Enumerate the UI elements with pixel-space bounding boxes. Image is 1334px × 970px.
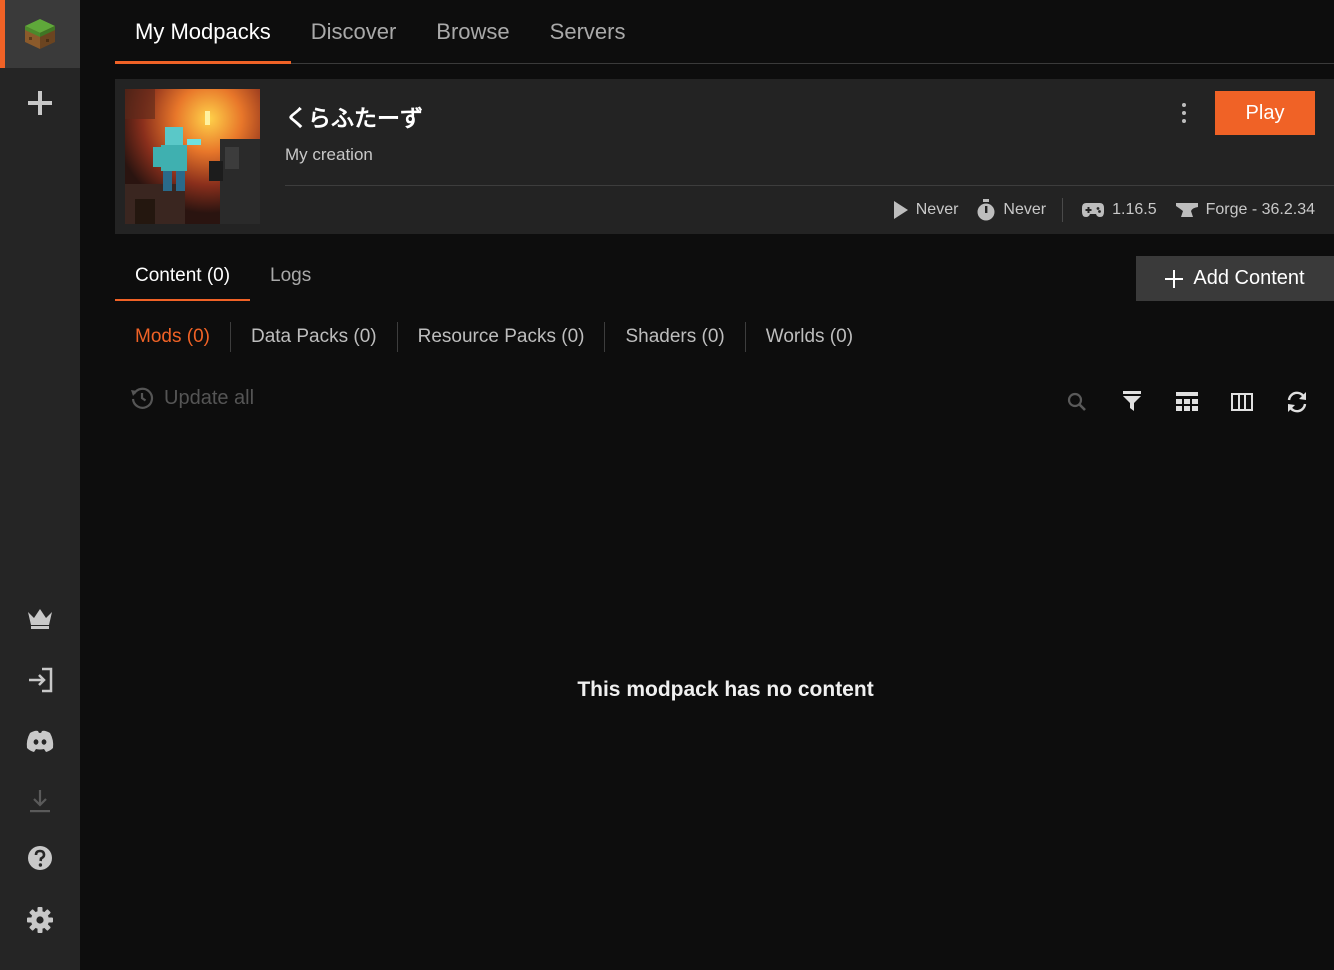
- add-content-button[interactable]: Add Content: [1136, 256, 1334, 301]
- modpack-title: くらふたーず: [285, 105, 423, 131]
- filter-data-packs[interactable]: Data Packs (0): [229, 322, 397, 352]
- filter-worlds[interactable]: Worlds (0): [744, 322, 873, 352]
- gear-icon: [27, 907, 53, 933]
- empty-state-message: This modpack has no content: [577, 678, 874, 701]
- filter-mods[interactable]: Mods (0): [115, 322, 230, 352]
- add-content-label: Add Content: [1193, 267, 1305, 289]
- content-type-filters: Mods (0) Data Packs (0) Resource Packs (…: [115, 318, 873, 356]
- mod-loader-value: Forge - 36.2.34: [1205, 201, 1315, 218]
- grid-view-button[interactable]: [1159, 386, 1214, 418]
- mod-loader: Forge - 36.2.34: [1175, 201, 1315, 219]
- tab-browse[interactable]: Browse: [416, 0, 529, 63]
- sidebar-item-downloads[interactable]: [0, 777, 80, 825]
- more-icon-dot: [1182, 119, 1186, 123]
- login-icon: [29, 667, 53, 693]
- card-divider: [285, 185, 1334, 186]
- modpack-thumbnail[interactable]: [125, 89, 260, 224]
- columns-icon: [1230, 393, 1253, 411]
- play-time-value: Never: [1003, 201, 1047, 218]
- main-area: My Modpacks Discover Browse Servers くらふた…: [80, 0, 1334, 970]
- sidebar-item-login[interactable]: [0, 656, 80, 704]
- filter-button[interactable]: [1104, 386, 1159, 418]
- anvil-icon: [1175, 203, 1198, 217]
- search-button[interactable]: [1049, 386, 1104, 418]
- last-played: Never: [893, 200, 959, 220]
- tab-servers[interactable]: Servers: [530, 0, 646, 63]
- sidebar-item-create[interactable]: [0, 79, 80, 127]
- gamepad-icon: [1082, 203, 1105, 217]
- sidebar-item-premium[interactable]: [0, 594, 80, 642]
- game-version: 1.16.5: [1081, 201, 1157, 219]
- content-toolbar: [1049, 386, 1324, 418]
- modpack-meta: Never Never 1.16.5 Forge - 36.2.34: [875, 197, 1315, 223]
- filter-resource-packs[interactable]: Resource Packs (0): [396, 322, 605, 352]
- plus-icon: [1165, 269, 1184, 288]
- meta-separator: [1062, 198, 1064, 222]
- more-icon: [1182, 103, 1186, 107]
- grass-block-icon: [25, 19, 55, 49]
- modpack-author: My creation: [285, 145, 373, 164]
- download-icon: [30, 790, 50, 813]
- sidebar-item-settings[interactable]: [0, 896, 80, 944]
- tab-logs[interactable]: Logs: [250, 252, 331, 300]
- play-button[interactable]: Play: [1215, 91, 1315, 135]
- crown-icon: [28, 609, 52, 629]
- more-icon-dot: [1182, 111, 1186, 115]
- refresh-icon: [1287, 391, 1306, 413]
- modpack-card: くらふたーず My creation Play Never Never 1.16…: [115, 79, 1334, 234]
- discord-icon: [26, 730, 54, 752]
- columns-button[interactable]: [1214, 386, 1269, 418]
- filter-shaders[interactable]: Shaders (0): [604, 322, 744, 352]
- sidebar-home[interactable]: [0, 0, 80, 68]
- content-tabs: Content (0) Logs: [115, 252, 331, 302]
- update-all-button[interactable]: Update all: [130, 386, 254, 410]
- filter-icon: [1122, 391, 1141, 411]
- play-time: Never: [976, 199, 1046, 221]
- play-icon: [893, 201, 908, 219]
- tab-discover[interactable]: Discover: [291, 0, 417, 63]
- sidebar-item-discord[interactable]: [0, 717, 80, 765]
- update-all-label: Update all: [164, 386, 255, 409]
- sidebar: [0, 0, 80, 970]
- help-icon: [28, 846, 52, 870]
- tab-content[interactable]: Content (0): [115, 252, 251, 301]
- plus-icon: [28, 91, 52, 115]
- stopwatch-icon: [977, 199, 995, 221]
- tab-my-modpacks[interactable]: My Modpacks: [115, 0, 291, 64]
- game-version-value: 1.16.5: [1112, 201, 1157, 218]
- more-options-button[interactable]: [1173, 97, 1195, 129]
- top-tabs: My Modpacks Discover Browse Servers: [115, 0, 1334, 64]
- refresh-button[interactable]: [1269, 386, 1324, 418]
- last-played-value: Never: [915, 201, 959, 218]
- update-clock-icon: [131, 387, 154, 409]
- grid-icon: [1175, 392, 1198, 411]
- search-icon: [1067, 392, 1086, 411]
- sidebar-item-help[interactable]: [0, 834, 80, 882]
